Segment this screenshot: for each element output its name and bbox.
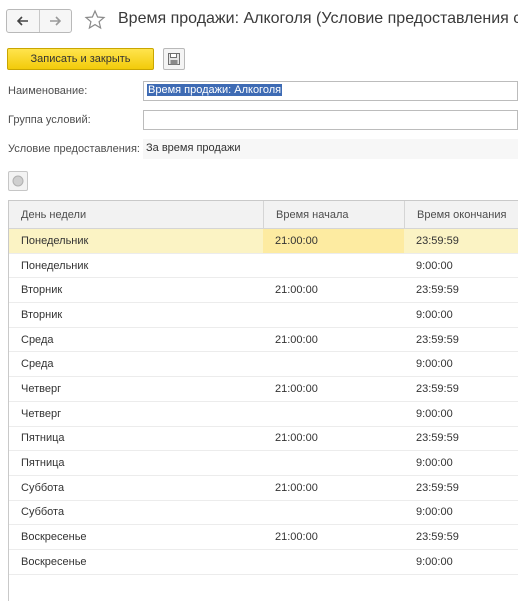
table-row[interactable]: Понедельник 9:00:00 (9, 254, 518, 279)
cell-end[interactable]: 9:00:00 (404, 550, 518, 574)
cell-day[interactable]: Вторник (9, 303, 263, 327)
table-row[interactable]: Среда 9:00:00 (9, 352, 518, 378)
table-body: Понедельник 21:00:00 23:59:59 Понедельник 9:… (9, 229, 518, 575)
name-label: Наименование: (8, 85, 88, 97)
column-header-start[interactable]: Время начала (263, 201, 404, 228)
cell-day[interactable]: Воскресенье (9, 550, 263, 574)
table-row[interactable]: Пятница 9:00:00 (9, 451, 518, 476)
save-and-close-button[interactable]: Записать и закрыть (7, 48, 154, 70)
cell-start[interactable]: 21:00:00 (263, 525, 404, 549)
cell-start[interactable]: 21:00:00 (263, 427, 404, 451)
cell-start[interactable]: 21:00:00 (263, 377, 404, 401)
cell-day[interactable]: Суббота (9, 476, 263, 500)
table-row[interactable]: Среда 21:00:00 23:59:59 (9, 328, 518, 353)
cell-end[interactable]: 9:00:00 (404, 451, 518, 475)
cell-day[interactable]: Воскресенье (9, 525, 263, 549)
cell-end[interactable]: 23:59:59 (404, 377, 518, 401)
window-title: Время продажи: Алкоголя (Условие предост… (118, 10, 518, 27)
back-button[interactable] (7, 10, 39, 32)
table-row[interactable]: Четверг 9:00:00 (9, 402, 518, 427)
star-icon (84, 9, 106, 30)
cell-start[interactable]: 21:00:00 (263, 476, 404, 500)
cell-end[interactable]: 23:59:59 (404, 278, 518, 302)
table-row[interactable]: Четверг 21:00:00 23:59:59 (9, 377, 518, 402)
cell-end[interactable]: 9:00:00 (404, 352, 518, 376)
column-header-end[interactable]: Время окончания (404, 201, 518, 228)
cell-start[interactable] (263, 550, 404, 574)
cell-end[interactable]: 9:00:00 (404, 501, 518, 525)
table-row[interactable]: Воскресенье 9:00:00 (9, 550, 518, 575)
cell-start[interactable]: 21:00:00 (263, 328, 404, 352)
table-row[interactable]: Суббота 21:00:00 23:59:59 (9, 476, 518, 501)
circle-icon (12, 175, 24, 187)
table-row[interactable]: Вторник 9:00:00 (9, 303, 518, 328)
name-value: Время продажи: Алкоголя (147, 84, 283, 96)
cell-day[interactable]: Четверг (9, 402, 263, 426)
table-header: День недели Время начала Время окончания (9, 201, 518, 229)
condition-label: Условие предоставления: (8, 143, 140, 155)
cell-end[interactable]: 23:59:59 (404, 476, 518, 500)
name-field[interactable]: Время продажи: Алкоголя (143, 81, 518, 101)
cell-day[interactable]: Среда (9, 328, 263, 352)
table-row[interactable]: Вторник 21:00:00 23:59:59 (9, 278, 518, 304)
fill-button[interactable] (8, 171, 28, 191)
cell-start[interactable] (263, 303, 404, 327)
arrow-right-icon (50, 16, 62, 26)
cell-day[interactable]: Суббота (9, 501, 263, 525)
cell-day[interactable]: Среда (9, 352, 263, 376)
forward-button[interactable] (38, 10, 72, 32)
favorite-button[interactable] (84, 9, 106, 31)
cell-day[interactable]: Четверг (9, 377, 263, 401)
floppy-disk-icon (168, 53, 180, 65)
cell-end[interactable]: 23:59:59 (404, 328, 518, 352)
table-row[interactable]: Суббота 9:00:00 (9, 501, 518, 526)
cell-start[interactable]: 21:00:00 (263, 229, 404, 253)
cell-end[interactable]: 23:59:59 (404, 427, 518, 451)
table-row[interactable]: Понедельник 21:00:00 23:59:59 (9, 229, 518, 254)
cell-start[interactable] (263, 254, 404, 278)
cell-day[interactable]: Вторник (9, 278, 263, 302)
table-row[interactable]: Пятница 21:00:00 23:59:59 (9, 427, 518, 452)
cell-day[interactable]: Пятница (9, 427, 263, 451)
cell-end[interactable]: 23:59:59 (404, 229, 518, 253)
cell-end[interactable]: 9:00:00 (404, 254, 518, 278)
cell-day[interactable]: Пятница (9, 451, 263, 475)
column-header-day[interactable]: День недели (9, 201, 263, 228)
cell-end[interactable]: 23:59:59 (404, 525, 518, 549)
cell-day[interactable]: Понедельник (9, 254, 263, 278)
navigation-buttons (6, 9, 72, 33)
group-label: Группа условий: (8, 114, 91, 126)
condition-field: За время продажи (143, 139, 518, 159)
title-bar: Время продажи: Алкоголя (Условие предост… (0, 0, 518, 44)
cell-start[interactable] (263, 402, 404, 426)
table-row[interactable]: Воскресенье 21:00:00 23:59:59 (9, 525, 518, 550)
cell-start[interactable] (263, 352, 404, 376)
group-field[interactable] (143, 110, 518, 130)
cell-start[interactable]: 21:00:00 (263, 278, 404, 302)
schedule-table: День недели Время начала Время окончания… (8, 200, 518, 601)
cell-day[interactable]: Понедельник (9, 229, 263, 253)
cell-end[interactable]: 9:00:00 (404, 402, 518, 426)
cell-start[interactable] (263, 451, 404, 475)
arrow-left-icon (16, 16, 28, 26)
cell-start[interactable] (263, 501, 404, 525)
cell-end[interactable]: 9:00:00 (404, 303, 518, 327)
save-button[interactable] (163, 48, 185, 70)
